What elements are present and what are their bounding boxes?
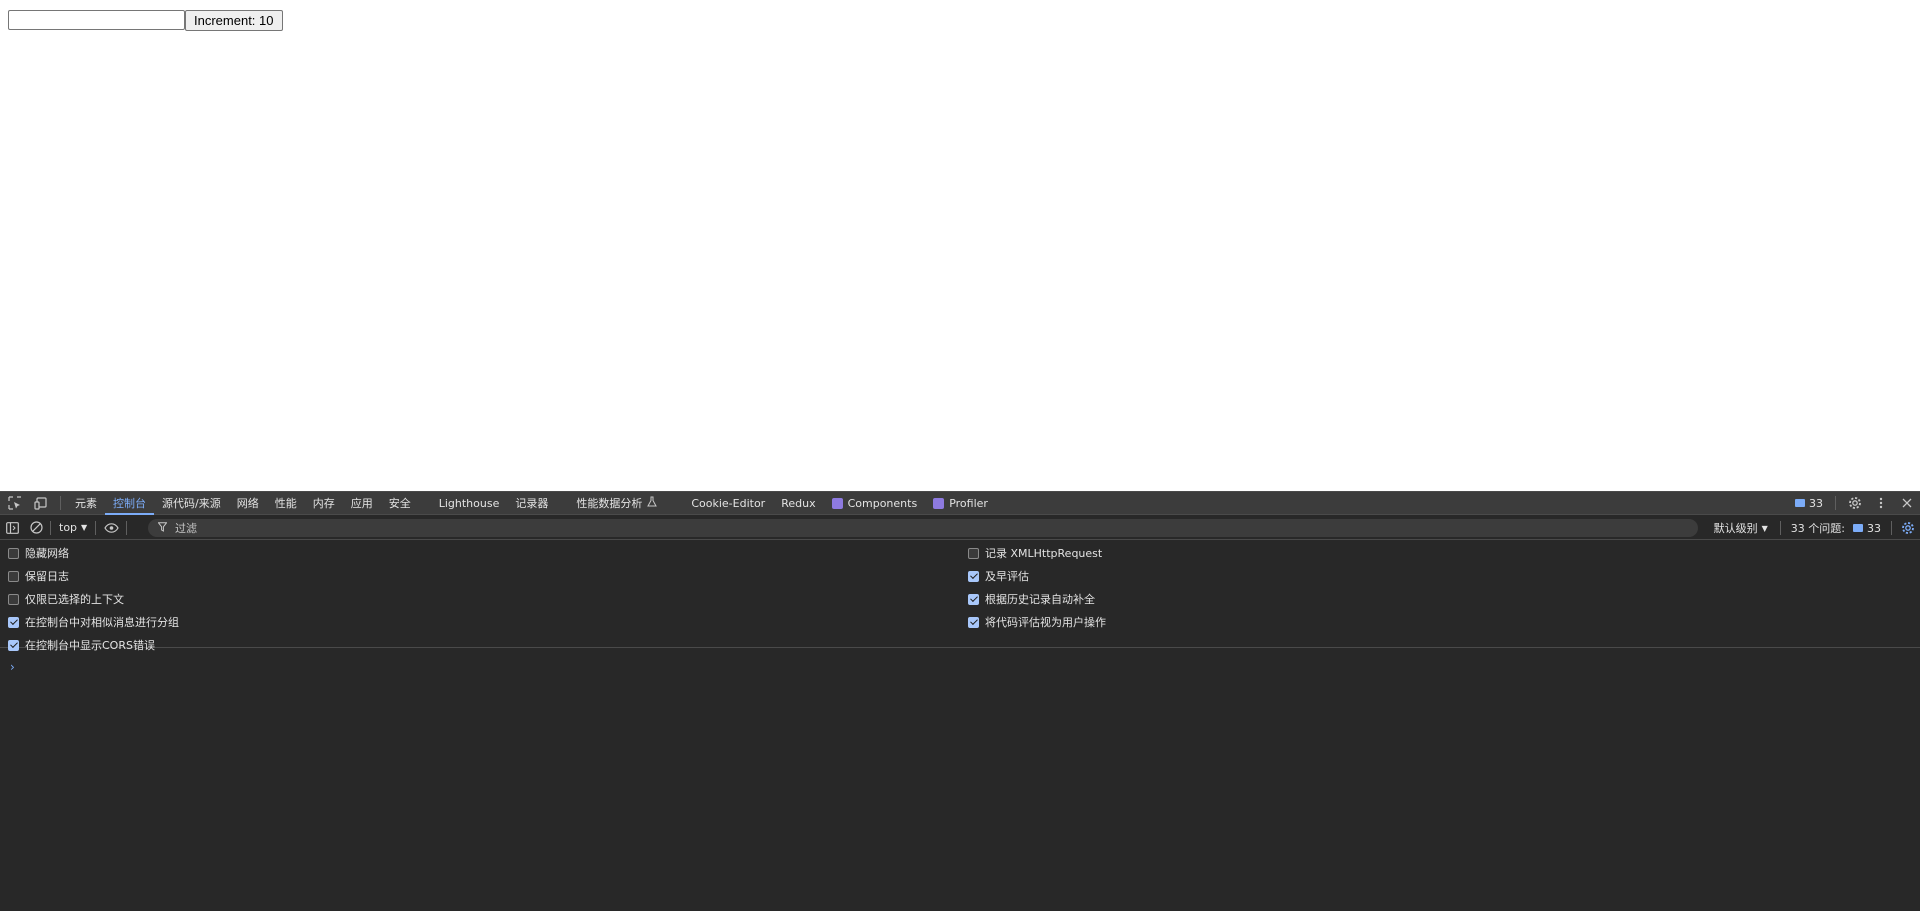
page-viewport: Increment: 10 xyxy=(0,0,1920,491)
setting-eager-evaluation[interactable]: 及早评估 xyxy=(968,567,1029,585)
flask-icon xyxy=(647,496,658,510)
divider xyxy=(50,520,51,535)
tab-recorder[interactable]: 记录器 xyxy=(507,492,556,515)
tab-redux[interactable]: Redux xyxy=(773,492,823,515)
device-toolbar-icon[interactable] xyxy=(28,492,54,514)
caret-down-icon: ▼ xyxy=(1761,523,1768,533)
divider xyxy=(1891,521,1892,535)
divider xyxy=(1835,496,1836,510)
checkbox[interactable] xyxy=(968,616,979,628)
divider xyxy=(60,496,61,510)
setting-show-cors-errors[interactable]: 在控制台中显示CORS错误 xyxy=(8,636,155,654)
console-settings: 隐藏网络 保留日志 仅限已选择的上下文 在控制台中对相似消息进行分组 在控制台中… xyxy=(0,541,1920,652)
gear-icon[interactable] xyxy=(1842,492,1868,514)
sidebar-toggle-icon[interactable] xyxy=(0,517,24,539)
tab-memory[interactable]: 内存 xyxy=(305,492,343,515)
text-input[interactable] xyxy=(8,10,185,30)
context-selector[interactable]: top ▼ xyxy=(53,521,93,534)
inspect-element-icon[interactable] xyxy=(2,492,28,514)
checkbox[interactable] xyxy=(8,593,19,605)
clear-console-icon[interactable] xyxy=(24,517,48,539)
tab-cookie-editor[interactable]: Cookie-Editor xyxy=(683,492,773,515)
divider xyxy=(1779,521,1781,535)
tab-console[interactable]: 控制台 xyxy=(105,492,154,515)
tab-network[interactable]: 网络 xyxy=(229,492,267,515)
devtools-tabbar: 元素 控制台 源代码/来源 网络 性能 内存 应用 安全 Lighthouse … xyxy=(0,491,1920,515)
console-toolbar: top ▼ 默认级别 ▼ 33 个问题: 33 xyxy=(0,516,1920,540)
checkbox[interactable] xyxy=(8,570,19,582)
setting-group-similar[interactable]: 在控制台中对相似消息进行分组 xyxy=(8,613,179,631)
console-settings-gear-icon[interactable] xyxy=(1896,517,1920,539)
log-level-selector[interactable]: 默认级别 ▼ xyxy=(1706,520,1776,536)
message-icon xyxy=(1853,524,1863,532)
filter-icon xyxy=(157,521,168,535)
devtools-panel: 元素 控制台 源代码/来源 网络 性能 内存 应用 安全 Lighthouse … xyxy=(0,491,1920,911)
tabbar-right-controls: 33 xyxy=(1789,492,1920,515)
tab-security[interactable]: 安全 xyxy=(381,492,419,515)
tab-profiler[interactable]: Profiler xyxy=(925,492,996,515)
tab-performance-insights[interactable]: 性能数据分析 xyxy=(568,492,665,515)
setting-selected-context-only[interactable]: 仅限已选择的上下文 xyxy=(8,590,124,608)
tab-elements[interactable]: 元素 xyxy=(67,492,105,515)
setting-treat-eval-as-user-action[interactable]: 将代码评估视为用户操作 xyxy=(968,613,1106,631)
filter-field[interactable] xyxy=(148,519,1698,537)
checkbox[interactable] xyxy=(8,639,19,651)
checkbox[interactable] xyxy=(968,547,979,559)
tab-lighthouse[interactable]: Lighthouse xyxy=(431,492,508,515)
tab-application[interactable]: 应用 xyxy=(343,492,381,515)
tab-performance[interactable]: 性能 xyxy=(267,492,305,515)
prompt-chevron-icon: › xyxy=(10,660,15,674)
react-icon xyxy=(831,497,843,509)
close-icon[interactable] xyxy=(1894,492,1920,514)
caret-down-icon: ▼ xyxy=(81,523,88,532)
checkbox[interactable] xyxy=(8,616,19,628)
checkbox[interactable] xyxy=(968,593,979,605)
react-icon xyxy=(933,497,945,509)
issues-counter[interactable]: 33 xyxy=(1789,497,1829,510)
tab-components[interactable]: Components xyxy=(824,492,926,515)
console-prompt[interactable]: › xyxy=(10,660,15,674)
divider xyxy=(95,520,97,535)
checkbox[interactable] xyxy=(968,570,979,582)
tab-sources[interactable]: 源代码/来源 xyxy=(154,492,229,515)
message-icon xyxy=(1795,499,1805,507)
setting-log-xhr[interactable]: 记录 XMLHttpRequest xyxy=(968,544,1102,562)
more-options-icon[interactable] xyxy=(1868,492,1894,514)
checkbox[interactable] xyxy=(8,547,19,559)
setting-autocomplete-history[interactable]: 根据历史记录自动补全 xyxy=(968,590,1095,608)
setting-hide-network[interactable]: 隐藏网络 xyxy=(8,544,69,562)
toolbar-right-controls: 默认级别 ▼ 33 个问题: 33 xyxy=(1706,516,1920,540)
setting-preserve-log[interactable]: 保留日志 xyxy=(8,567,69,585)
increment-button[interactable]: Increment: 10 xyxy=(185,10,283,31)
divider xyxy=(126,520,128,535)
eye-icon[interactable] xyxy=(98,517,124,539)
filter-input[interactable] xyxy=(173,520,1573,536)
issues-button[interactable]: 33 个问题: 33 xyxy=(1785,520,1887,536)
